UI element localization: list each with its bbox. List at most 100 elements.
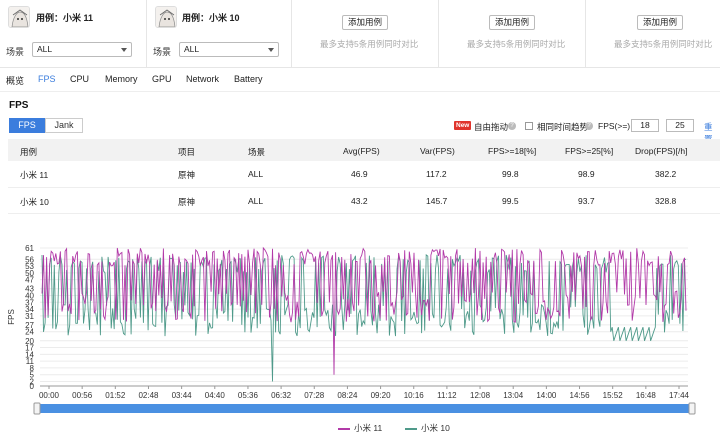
y-tick-label: 20	[25, 337, 34, 346]
scene-select[interactable]: ALL	[32, 42, 132, 57]
tab-network[interactable]: Network	[186, 74, 219, 84]
zoom-handle-left[interactable]	[33, 402, 41, 415]
legend-label: 小米 11	[354, 423, 383, 433]
cell-scene: ALL	[248, 169, 264, 179]
fps-threshold-label: FPS(>=)	[598, 121, 631, 131]
x-tick-label: 12:08	[470, 391, 491, 400]
column-header: 用例	[20, 147, 38, 157]
legend-item-mi10[interactable]: 小米 10	[405, 422, 450, 434]
y-tick-label: 61	[25, 244, 34, 253]
x-tick-label: 11:12	[437, 391, 457, 400]
add-slot-2: 添加用例 最多支持5条用例同时对比	[439, 0, 586, 68]
tab-battery[interactable]: Battery	[234, 74, 263, 84]
scene-label: 场景	[6, 47, 25, 57]
cell-fps18: 99.5	[502, 196, 519, 206]
free-drag-label[interactable]: 自由拖动	[474, 121, 508, 133]
x-tick-label: 15:52	[603, 391, 624, 400]
cell-fps25: 93.7	[578, 196, 595, 206]
zoom-slider-track[interactable]	[36, 404, 692, 413]
section-title: FPS	[9, 100, 29, 111]
x-tick-label: 06:32	[271, 391, 292, 400]
metric-tabs: 概览 FPS CPU Memory GPU Network Battery	[0, 70, 720, 92]
chevron-down-icon	[121, 48, 127, 52]
y-tick-label: 27	[25, 321, 34, 330]
add-slot-1: 添加用例 最多支持5条用例同时对比	[292, 0, 439, 68]
same-time-trend-label: 相同时间趋势	[537, 122, 589, 132]
fps-threshold-input-2[interactable]: 25	[666, 119, 694, 132]
device-card-1: 用例：小米 11 场景 ALL	[0, 0, 147, 68]
add-case-button[interactable]: 添加用例	[637, 15, 683, 30]
row-divider	[8, 213, 720, 214]
scene-select-value: ALL	[37, 44, 53, 54]
cell-fps25: 98.9	[578, 169, 595, 179]
x-tick-label: 00:56	[72, 391, 93, 400]
column-header: Avg(FPS)	[343, 146, 380, 156]
table-header: 用例 项目 场景 Avg(FPS) Var(FPS) FPS>=18[%] FP…	[8, 139, 720, 161]
cell-project: 原神	[178, 197, 196, 207]
x-tick-label: 01:52	[105, 391, 126, 400]
cell-avg: 46.9	[351, 169, 368, 179]
device-name: 用例：小米 11	[36, 13, 94, 23]
y-tick-label: 43	[25, 285, 34, 294]
x-tick-label: 02:48	[138, 391, 159, 400]
x-tick-label: 04:40	[205, 391, 226, 400]
cell-var: 117.2	[426, 169, 447, 179]
tab-gpu[interactable]: GPU	[152, 74, 172, 84]
x-tick-label: 14:00	[536, 391, 557, 400]
x-tick-label: 07:28	[304, 391, 325, 400]
add-case-hint: 最多支持5条用例同时对比	[320, 39, 419, 49]
x-tick-label: 09:20	[371, 391, 392, 400]
fps-threshold-input-1[interactable]: 18	[631, 119, 659, 132]
add-case-button[interactable]: 添加用例	[342, 15, 388, 30]
cell-drop: 328.8	[655, 196, 677, 206]
x-tick-label: 10:16	[404, 391, 425, 400]
scene-label: 场景	[153, 47, 172, 57]
x-tick-label: 08:24	[337, 391, 358, 400]
segment-fps[interactable]: FPS	[9, 118, 45, 133]
column-header: Var(FPS)	[420, 146, 455, 156]
cell-case: 小米 11	[20, 170, 49, 180]
cell-var: 145.7	[426, 196, 448, 206]
x-tick-label: 13:04	[503, 391, 524, 400]
tab-cpu[interactable]: CPU	[70, 74, 89, 84]
device-compare-bar: 用例：小米 11 场景 ALL 用例：小米 10 场景 ALL 添加用例 最多支…	[0, 0, 720, 68]
cell-project: 原神	[178, 170, 196, 180]
cell-drop: 382.2	[655, 169, 677, 179]
x-tick-label: 17:44	[669, 391, 690, 400]
fps-line-chart[interactable]: 025811141720242731343740434750535661FPS0…	[0, 236, 720, 418]
anime-avatar-icon	[8, 6, 30, 28]
zoom-handle-right[interactable]	[688, 402, 696, 415]
tab-memory[interactable]: Memory	[105, 74, 138, 84]
column-header: 场景	[248, 147, 266, 157]
y-tick-label: 56	[25, 255, 34, 264]
x-tick-label: 14:56	[570, 391, 591, 400]
cell-avg: 43.2	[351, 196, 368, 206]
column-header: FPS>=18[%]	[488, 146, 537, 156]
tab-overview[interactable]: 概览	[6, 74, 24, 87]
tab-fps[interactable]: FPS	[38, 74, 56, 84]
legend-label: 小米 10	[421, 423, 450, 433]
row-divider	[8, 187, 720, 188]
legend-item-mi11[interactable]: 小米 11	[338, 422, 382, 434]
column-header: FPS>=25[%]	[565, 146, 614, 156]
add-case-hint: 最多支持5条用例同时对比	[614, 39, 713, 49]
legend-swatch	[338, 427, 350, 430]
device-card-2: 用例：小米 10 场景 ALL	[147, 0, 292, 68]
x-tick-label: 05:36	[238, 391, 259, 400]
segment-jank[interactable]: Jank	[45, 118, 83, 133]
question-circle-icon[interactable]: ?	[585, 122, 593, 130]
add-slot-3: 添加用例 最多支持5条用例同时对比	[586, 0, 720, 68]
y-axis-label: FPS	[7, 309, 16, 325]
scene-select[interactable]: ALL	[179, 42, 279, 57]
column-header: 项目	[178, 147, 196, 157]
x-tick-label: 16:48	[636, 391, 657, 400]
column-header: Drop(FPS)[/h]	[635, 146, 688, 156]
anime-avatar-icon	[155, 6, 177, 28]
new-badge: New	[454, 121, 472, 130]
cell-case: 小米 10	[20, 197, 49, 207]
add-case-button[interactable]: 添加用例	[489, 15, 535, 30]
chevron-down-icon	[268, 48, 274, 52]
question-circle-icon[interactable]: ?	[508, 122, 516, 130]
x-tick-label: 00:00	[39, 391, 60, 400]
same-time-checkbox[interactable]	[525, 122, 533, 130]
